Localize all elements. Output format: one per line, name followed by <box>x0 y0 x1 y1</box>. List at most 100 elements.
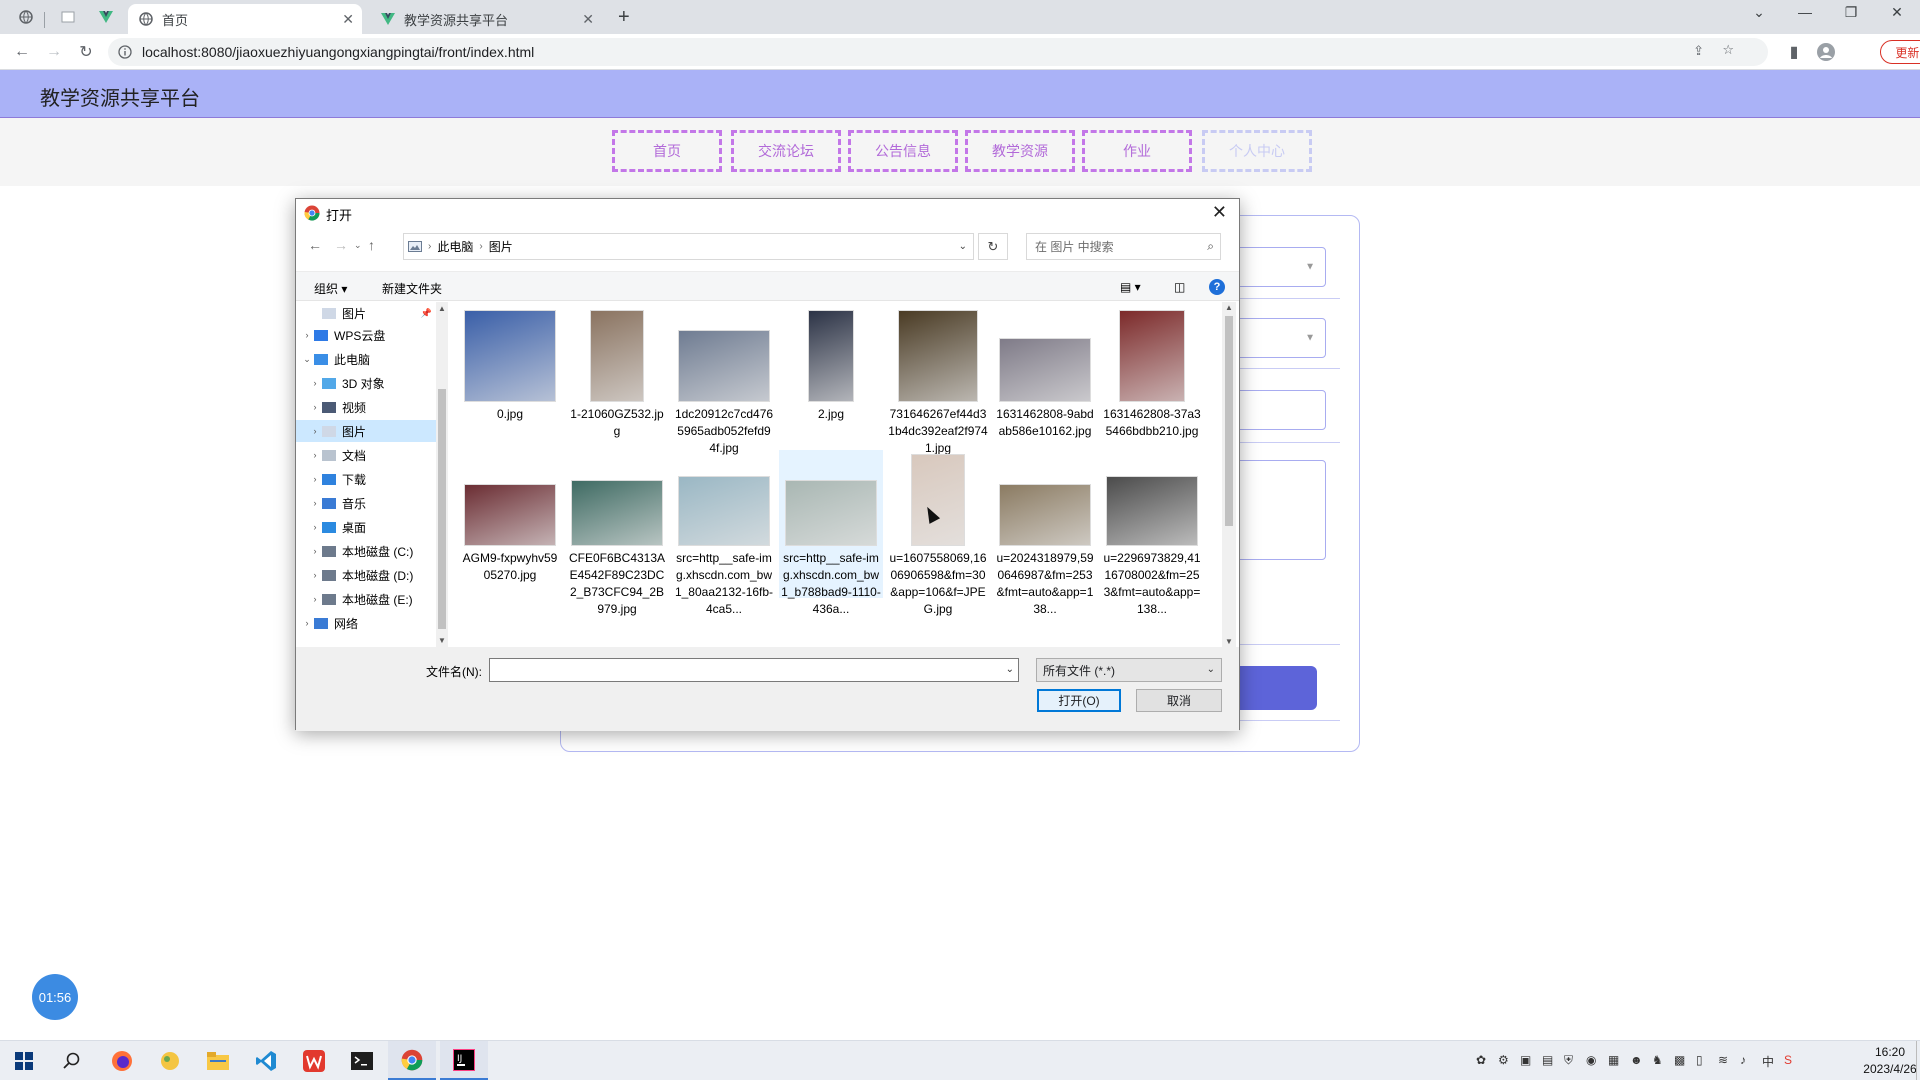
refresh-button[interactable]: ↻ <box>978 233 1008 260</box>
tree-item[interactable]: › 文档 <box>296 444 436 466</box>
expand-arrow-icon[interactable]: ⌄ <box>300 354 314 365</box>
shield-icon[interactable]: ⛨ <box>1564 1053 1573 1068</box>
up-folder-icon[interactable]: ↑ <box>368 237 375 253</box>
expand-arrow-icon[interactable]: › <box>308 450 322 460</box>
expand-arrow-icon[interactable]: › <box>300 330 314 340</box>
battery-icon[interactable]: ▯ <box>1696 1053 1703 1067</box>
file-item[interactable]: 1dc20912c7cd4765965adb052fefd94f.jpg <box>672 306 776 455</box>
tray-icon-4[interactable]: ▤ <box>1542 1053 1553 1067</box>
file-item[interactable]: u=1607558069,1606906598&fm=30&app=106&f=… <box>886 450 990 616</box>
expand-arrow-icon[interactable]: › <box>308 522 322 532</box>
tree-item[interactable]: › 视频 <box>296 396 436 418</box>
tree-scrollbar[interactable]: ▲ ▼ <box>436 302 448 647</box>
nav-profile[interactable]: 个人中心 <box>1202 130 1312 172</box>
wechat-icon[interactable]: ☻ <box>1630 1053 1643 1067</box>
tree-item[interactable]: › 图片 <box>296 420 436 442</box>
tab-platform[interactable]: 教学资源共享平台 ✕ <box>370 4 602 34</box>
tray-icon-2[interactable]: ⚙ <box>1498 1053 1509 1067</box>
tree-item[interactable]: › 音乐 <box>296 492 436 514</box>
start-icon[interactable] <box>0 1041 48 1080</box>
expand-arrow-icon[interactable]: › <box>308 594 322 604</box>
tray-icon-7[interactable]: ▦ <box>1608 1053 1619 1067</box>
nav-homework[interactable]: 作业 <box>1082 130 1192 172</box>
file-item[interactable]: 731646267ef44d31b4dc392eaf2f9741.jpg <box>886 306 990 455</box>
chrome-icon[interactable] <box>388 1041 436 1080</box>
tree-item[interactable]: › 网络 <box>296 612 436 634</box>
scroll-thumb[interactable] <box>1225 316 1233 526</box>
preview-pane-icon[interactable]: ◫ <box>1174 280 1185 294</box>
expand-arrow-icon[interactable]: › <box>308 474 322 484</box>
tree-item[interactable]: › 3D 对象 <box>296 372 436 394</box>
ime-icon[interactable]: S <box>1784 1053 1792 1067</box>
minimize-button[interactable]: — <box>1782 4 1828 20</box>
file-item[interactable]: 2.jpg <box>779 306 883 454</box>
breadcrumb-pictures[interactable]: 图片 <box>489 238 513 255</box>
scroll-up-icon[interactable]: ▲ <box>438 304 446 313</box>
nav-notices[interactable]: 公告信息 <box>848 130 958 172</box>
tray-icon-1[interactable]: ✿ <box>1476 1053 1486 1067</box>
tree-item[interactable]: ⌄ 此电脑 <box>296 348 436 370</box>
file-item[interactable]: 0.jpg <box>458 306 562 454</box>
organize-menu[interactable]: 组织 ▾ <box>314 280 347 297</box>
expand-arrow-icon[interactable]: › <box>308 570 322 580</box>
file-item[interactable] <box>458 594 562 647</box>
open-button[interactable]: 打开(O) <box>1037 689 1121 712</box>
filetype-select[interactable]: 所有文件 (*.*) ⌄ <box>1036 658 1222 682</box>
window-close-button[interactable]: ✕ <box>1874 4 1920 21</box>
system-clock[interactable]: 16:20 2023/4/26 <box>1862 1044 1918 1078</box>
tree-item[interactable]: 图片 📌 <box>296 302 436 324</box>
expand-arrow-icon[interactable]: › <box>308 498 322 508</box>
scroll-down-icon[interactable]: ▼ <box>438 636 446 645</box>
file-item[interactable]: AGM9-fxpwyhv5905270.jpg <box>458 450 562 598</box>
file-item[interactable]: 1-21060GZ532.jpg <box>565 306 669 454</box>
help-icon[interactable]: ? <box>1209 279 1225 295</box>
wifi-icon[interactable]: ≋ <box>1718 1053 1728 1067</box>
recent-locations-icon[interactable]: ⌄ <box>354 240 362 251</box>
app-icon[interactable] <box>146 1041 194 1080</box>
pinned-tab-2[interactable] <box>54 4 82 30</box>
expand-arrow-icon[interactable]: › <box>308 546 322 556</box>
show-desktop-button[interactable] <box>1916 1041 1920 1080</box>
tray-icon-10[interactable]: ▩ <box>1674 1053 1685 1067</box>
dialog-path-bar[interactable]: › 此电脑 › 图片 ⌄ <box>403 233 974 260</box>
back-icon[interactable]: ← <box>308 237 322 253</box>
ime-language[interactable]: 中 <box>1762 1053 1774 1070</box>
profile-avatar-icon[interactable] <box>1814 40 1838 64</box>
tree-item[interactable]: › 本地磁盘 (C:) <box>296 540 436 562</box>
file-item[interactable]: 1631462808-9abdab586e10162.jpg <box>993 306 1097 454</box>
tree-item[interactable]: › 本地磁盘 (D:) <box>296 564 436 586</box>
chevron-down-icon[interactable]: ⌄ <box>1006 664 1014 675</box>
info-icon[interactable] <box>118 45 132 59</box>
tree-item[interactable]: › 本地磁盘 (E:) <box>296 588 436 610</box>
address-bar[interactable]: localhost:8080/jiaoxuezhiyuangongxiangpi… <box>108 38 1768 66</box>
nav-home[interactable]: 首页 <box>612 130 722 172</box>
pinned-tab-3[interactable] <box>92 4 120 30</box>
wps-icon[interactable] <box>290 1041 338 1080</box>
cancel-button[interactable]: 取消 <box>1136 689 1222 712</box>
terminal-icon[interactable] <box>338 1041 386 1080</box>
tree-item[interactable]: › 下载 <box>296 468 436 490</box>
qq-icon[interactable]: ♞ <box>1652 1053 1663 1067</box>
expand-arrow-icon[interactable]: › <box>308 426 322 436</box>
chevron-down-icon[interactable]: ⌄ <box>959 241 967 252</box>
volume-icon[interactable]: ♪ <box>1740 1053 1746 1067</box>
scroll-up-icon[interactable]: ▲ <box>1225 303 1233 312</box>
forward-icon[interactable]: → <box>42 40 66 64</box>
back-icon[interactable]: ← <box>10 40 34 64</box>
new-tab-button[interactable]: + <box>618 6 630 29</box>
nav-resources[interactable]: 教学资源 <box>965 130 1075 172</box>
expand-arrow-icon[interactable]: › <box>300 618 314 628</box>
bookmark-star-icon[interactable]: ☆ <box>1722 42 1734 58</box>
dialog-search-input[interactable]: 在 图片 中搜索 ⌕ <box>1026 233 1221 260</box>
new-folder-button[interactable]: 新建文件夹 <box>382 280 442 297</box>
firefox-icon[interactable] <box>98 1041 146 1080</box>
expand-arrow-icon[interactable]: › <box>308 402 322 412</box>
file-item[interactable]: src=http__safe-img.xhscdn.com_bw1_80aa21… <box>672 450 776 616</box>
tree-item[interactable]: › 桌面 <box>296 516 436 538</box>
filename-input[interactable]: ⌄ <box>489 658 1019 682</box>
intellij-icon[interactable]: IJ <box>440 1041 488 1080</box>
sidepanel-icon[interactable]: ▮ <box>1782 40 1806 64</box>
file-item[interactable]: 1631462808-37a35466bdbb210.jpg <box>1100 306 1204 454</box>
expand-arrow-icon[interactable]: › <box>308 378 322 388</box>
file-explorer-icon[interactable] <box>194 1041 242 1080</box>
